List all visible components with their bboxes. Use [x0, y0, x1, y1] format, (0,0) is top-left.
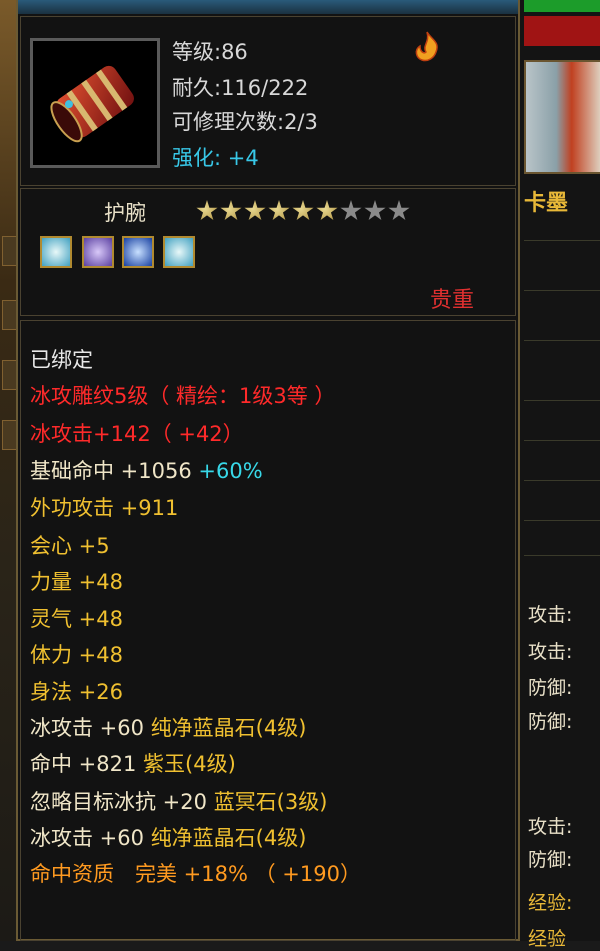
right-exp-label: 经验	[528, 928, 567, 950]
star-filled-icon	[292, 200, 314, 221]
gem-line: 命中 +821 紫玉(4级)	[30, 748, 236, 778]
star-rating	[196, 200, 412, 226]
item-durability: 耐久:116/222	[172, 76, 309, 100]
right-stat-label: 防御:	[528, 711, 573, 733]
star-filled-icon	[268, 200, 290, 221]
gem-name: 纯净蓝晶石(4级)	[150, 826, 307, 850]
divider	[524, 340, 600, 341]
attr-ice-attack: 冰攻击+142（ +42）	[30, 422, 244, 446]
attr-base-hit-value: 基础命中 +1056	[30, 459, 192, 483]
bracer-icon	[50, 65, 134, 143]
item-rarity: 贵重	[430, 288, 475, 313]
attr-agility: 身法 +26	[30, 680, 123, 704]
attr-base-hit: 基础命中 +1056 +60%	[30, 455, 263, 485]
ice-gem-icon[interactable]	[40, 236, 72, 268]
attr-crit: 会心 +5	[30, 534, 110, 558]
gem-line: 冰攻击 +60 纯净蓝晶石(4级)	[30, 822, 306, 852]
star-filled-icon	[220, 200, 242, 221]
star-filled-icon	[316, 200, 338, 221]
right-exp-label: 经验:	[528, 892, 573, 914]
right-stat-label: 攻击:	[528, 641, 573, 663]
attr-hit-aptitude: 命中资质 完美 +18% （ +190）	[30, 862, 361, 886]
star-filled-icon	[196, 200, 218, 221]
divider	[524, 290, 600, 291]
character-portrait	[524, 60, 600, 174]
item-level: 等级:86	[172, 40, 248, 64]
right-stat-label: 防御:	[528, 677, 573, 699]
gem-bonus: 命中 +821	[30, 752, 137, 776]
attr-stamina: 体力 +48	[30, 643, 123, 667]
enhance-value: +4	[227, 146, 259, 170]
item-enhance: 强化: +4	[172, 142, 259, 172]
gem-line: 冰攻击 +60 纯净蓝晶石(4级)	[30, 712, 306, 742]
flame-icon	[415, 31, 438, 62]
star-empty-icon	[340, 200, 362, 221]
gem-name: 蓝冥石(3级)	[213, 790, 328, 814]
gem-bonus: 冰攻击 +60	[30, 826, 144, 850]
attr-base-hit-bonus: +60%	[198, 459, 263, 483]
item-repair-count: 可修理次数:2/3	[172, 110, 318, 134]
divider	[524, 555, 600, 556]
gem-line: 忽略目标冰抗 +20 蓝冥石(3级)	[30, 786, 327, 816]
divider	[524, 400, 600, 401]
gem-name: 纯净蓝晶石(4级)	[150, 716, 307, 740]
purple-jade-icon[interactable]	[82, 236, 114, 268]
right-stat-label: 攻击:	[528, 604, 573, 626]
divider	[524, 440, 600, 441]
divider	[524, 480, 600, 481]
item-icon	[30, 38, 160, 168]
attr-spirit: 灵气 +48	[30, 607, 123, 631]
right-stat-label: 防御:	[528, 849, 573, 871]
enhance-label: 强化:	[172, 146, 222, 170]
right-stat-label: 攻击:	[528, 816, 573, 838]
divider	[524, 520, 600, 521]
hp-bar	[524, 0, 600, 12]
star-filled-icon	[244, 200, 266, 221]
right-panel-title: 卡墨	[524, 191, 569, 216]
attr-external-attack: 外功攻击 +911	[30, 496, 179, 520]
star-empty-icon	[388, 200, 410, 221]
attr-strength: 力量 +48	[30, 570, 123, 594]
attr-engraving: 冰攻雕纹5级（ 精绘：1级3等 ）	[30, 384, 336, 408]
divider	[524, 240, 600, 241]
target-bar	[524, 16, 600, 46]
gem-bonus: 忽略目标冰抗 +20	[30, 790, 207, 814]
blue-crystal-icon[interactable]	[122, 236, 154, 268]
bind-status: 已绑定	[30, 348, 93, 372]
gem-name: 紫玉(4级)	[143, 752, 236, 776]
star-empty-icon	[364, 200, 386, 221]
tooltip-title-strip	[18, 0, 518, 14]
item-name: 护腕	[104, 201, 146, 225]
gem-bonus: 冰攻击 +60	[30, 716, 144, 740]
ice-gem-icon[interactable]	[163, 236, 195, 268]
